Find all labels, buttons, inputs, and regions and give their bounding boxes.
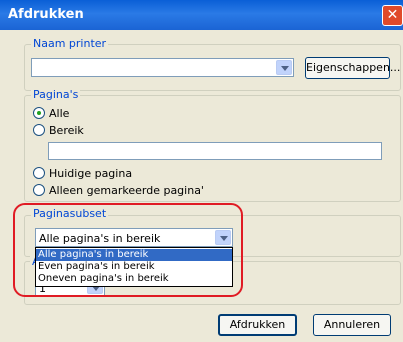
radio-all-pages-label: Alle bbox=[49, 107, 70, 120]
print-button[interactable]: Afdrukken bbox=[218, 314, 297, 336]
radio-range[interactable] bbox=[33, 124, 45, 136]
radio-selected-dot bbox=[37, 111, 41, 115]
radio-all-pages[interactable] bbox=[33, 107, 45, 119]
window-title: Afdrukken bbox=[8, 7, 84, 22]
annotation-highlight bbox=[13, 203, 243, 297]
chevron-down-icon[interactable] bbox=[276, 60, 292, 75]
radio-range-label: Bereik bbox=[49, 124, 84, 137]
printer-select[interactable] bbox=[31, 58, 294, 77]
printer-group-label: Naam printer bbox=[31, 37, 109, 50]
properties-button[interactable]: Eigenschappen... bbox=[305, 57, 400, 79]
print-dialog: Afdrukken ✕ Naam printer Eigenschappen..… bbox=[0, 0, 403, 342]
radio-current-page-label: Huidige pagina bbox=[49, 167, 133, 180]
title-bar[interactable]: Afdrukken ✕ bbox=[0, 0, 403, 30]
cancel-button[interactable]: Annuleren bbox=[313, 314, 391, 336]
radio-current-page[interactable] bbox=[33, 167, 45, 179]
radio-selected-pages[interactable] bbox=[33, 184, 45, 196]
radio-selected-pages-label: Alleen gemarkeerde pagina' bbox=[49, 184, 204, 197]
close-button[interactable]: ✕ bbox=[382, 5, 403, 26]
page-range-input[interactable] bbox=[48, 142, 382, 160]
pages-group-label: Pagina's bbox=[31, 88, 81, 101]
